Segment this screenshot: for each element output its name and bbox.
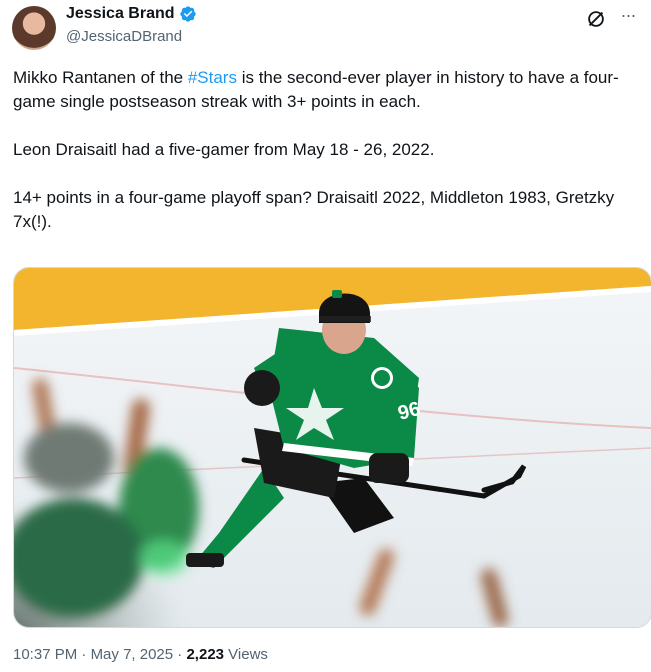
more-options-icon[interactable]: ··· bbox=[617, 6, 639, 28]
tweet-text-segment: Mikko Rantanen of the bbox=[13, 68, 188, 87]
meta-separator: · bbox=[77, 646, 91, 663]
author-handle[interactable]: @JessicaDBrand bbox=[66, 27, 197, 47]
hockey-photo: 96 bbox=[14, 268, 651, 627]
author-name-row[interactable]: Jessica Brand bbox=[66, 4, 197, 24]
tweet-paragraph-2: Leon Draisaitl had a five-gamer from May… bbox=[13, 140, 435, 159]
tweet-time[interactable]: 10:37 PM bbox=[13, 646, 77, 663]
tweet-date[interactable]: May 7, 2025 bbox=[91, 646, 174, 663]
tweet-paragraph-3: 14+ points in a four-game playoff span? … bbox=[13, 188, 615, 231]
views-label: Views bbox=[224, 646, 268, 663]
tweet-text: Mikko Rantanen of the #Stars is the seco… bbox=[13, 66, 643, 258]
meta-separator: · bbox=[173, 646, 187, 663]
verified-badge-icon bbox=[179, 6, 196, 22]
tweet-media-photo[interactable]: 96 bbox=[13, 267, 651, 628]
tweet-header: Jessica Brand @JessicaDBrand ··· bbox=[10, 4, 641, 50]
tweet-paragraph-1: Mikko Rantanen of the #Stars is the seco… bbox=[13, 66, 643, 114]
avatar[interactable] bbox=[12, 6, 56, 50]
author-display-name[interactable]: Jessica Brand bbox=[66, 4, 175, 24]
grok-icon[interactable] bbox=[585, 8, 607, 30]
hashtag-link[interactable]: #Stars bbox=[188, 68, 237, 87]
tweet-meta: 10:37 PM · May 7, 2025 · 2,223 Views bbox=[13, 645, 268, 665]
author-block[interactable]: Jessica Brand @JessicaDBrand bbox=[66, 4, 197, 47]
views-count[interactable]: 2,223 bbox=[186, 646, 224, 663]
